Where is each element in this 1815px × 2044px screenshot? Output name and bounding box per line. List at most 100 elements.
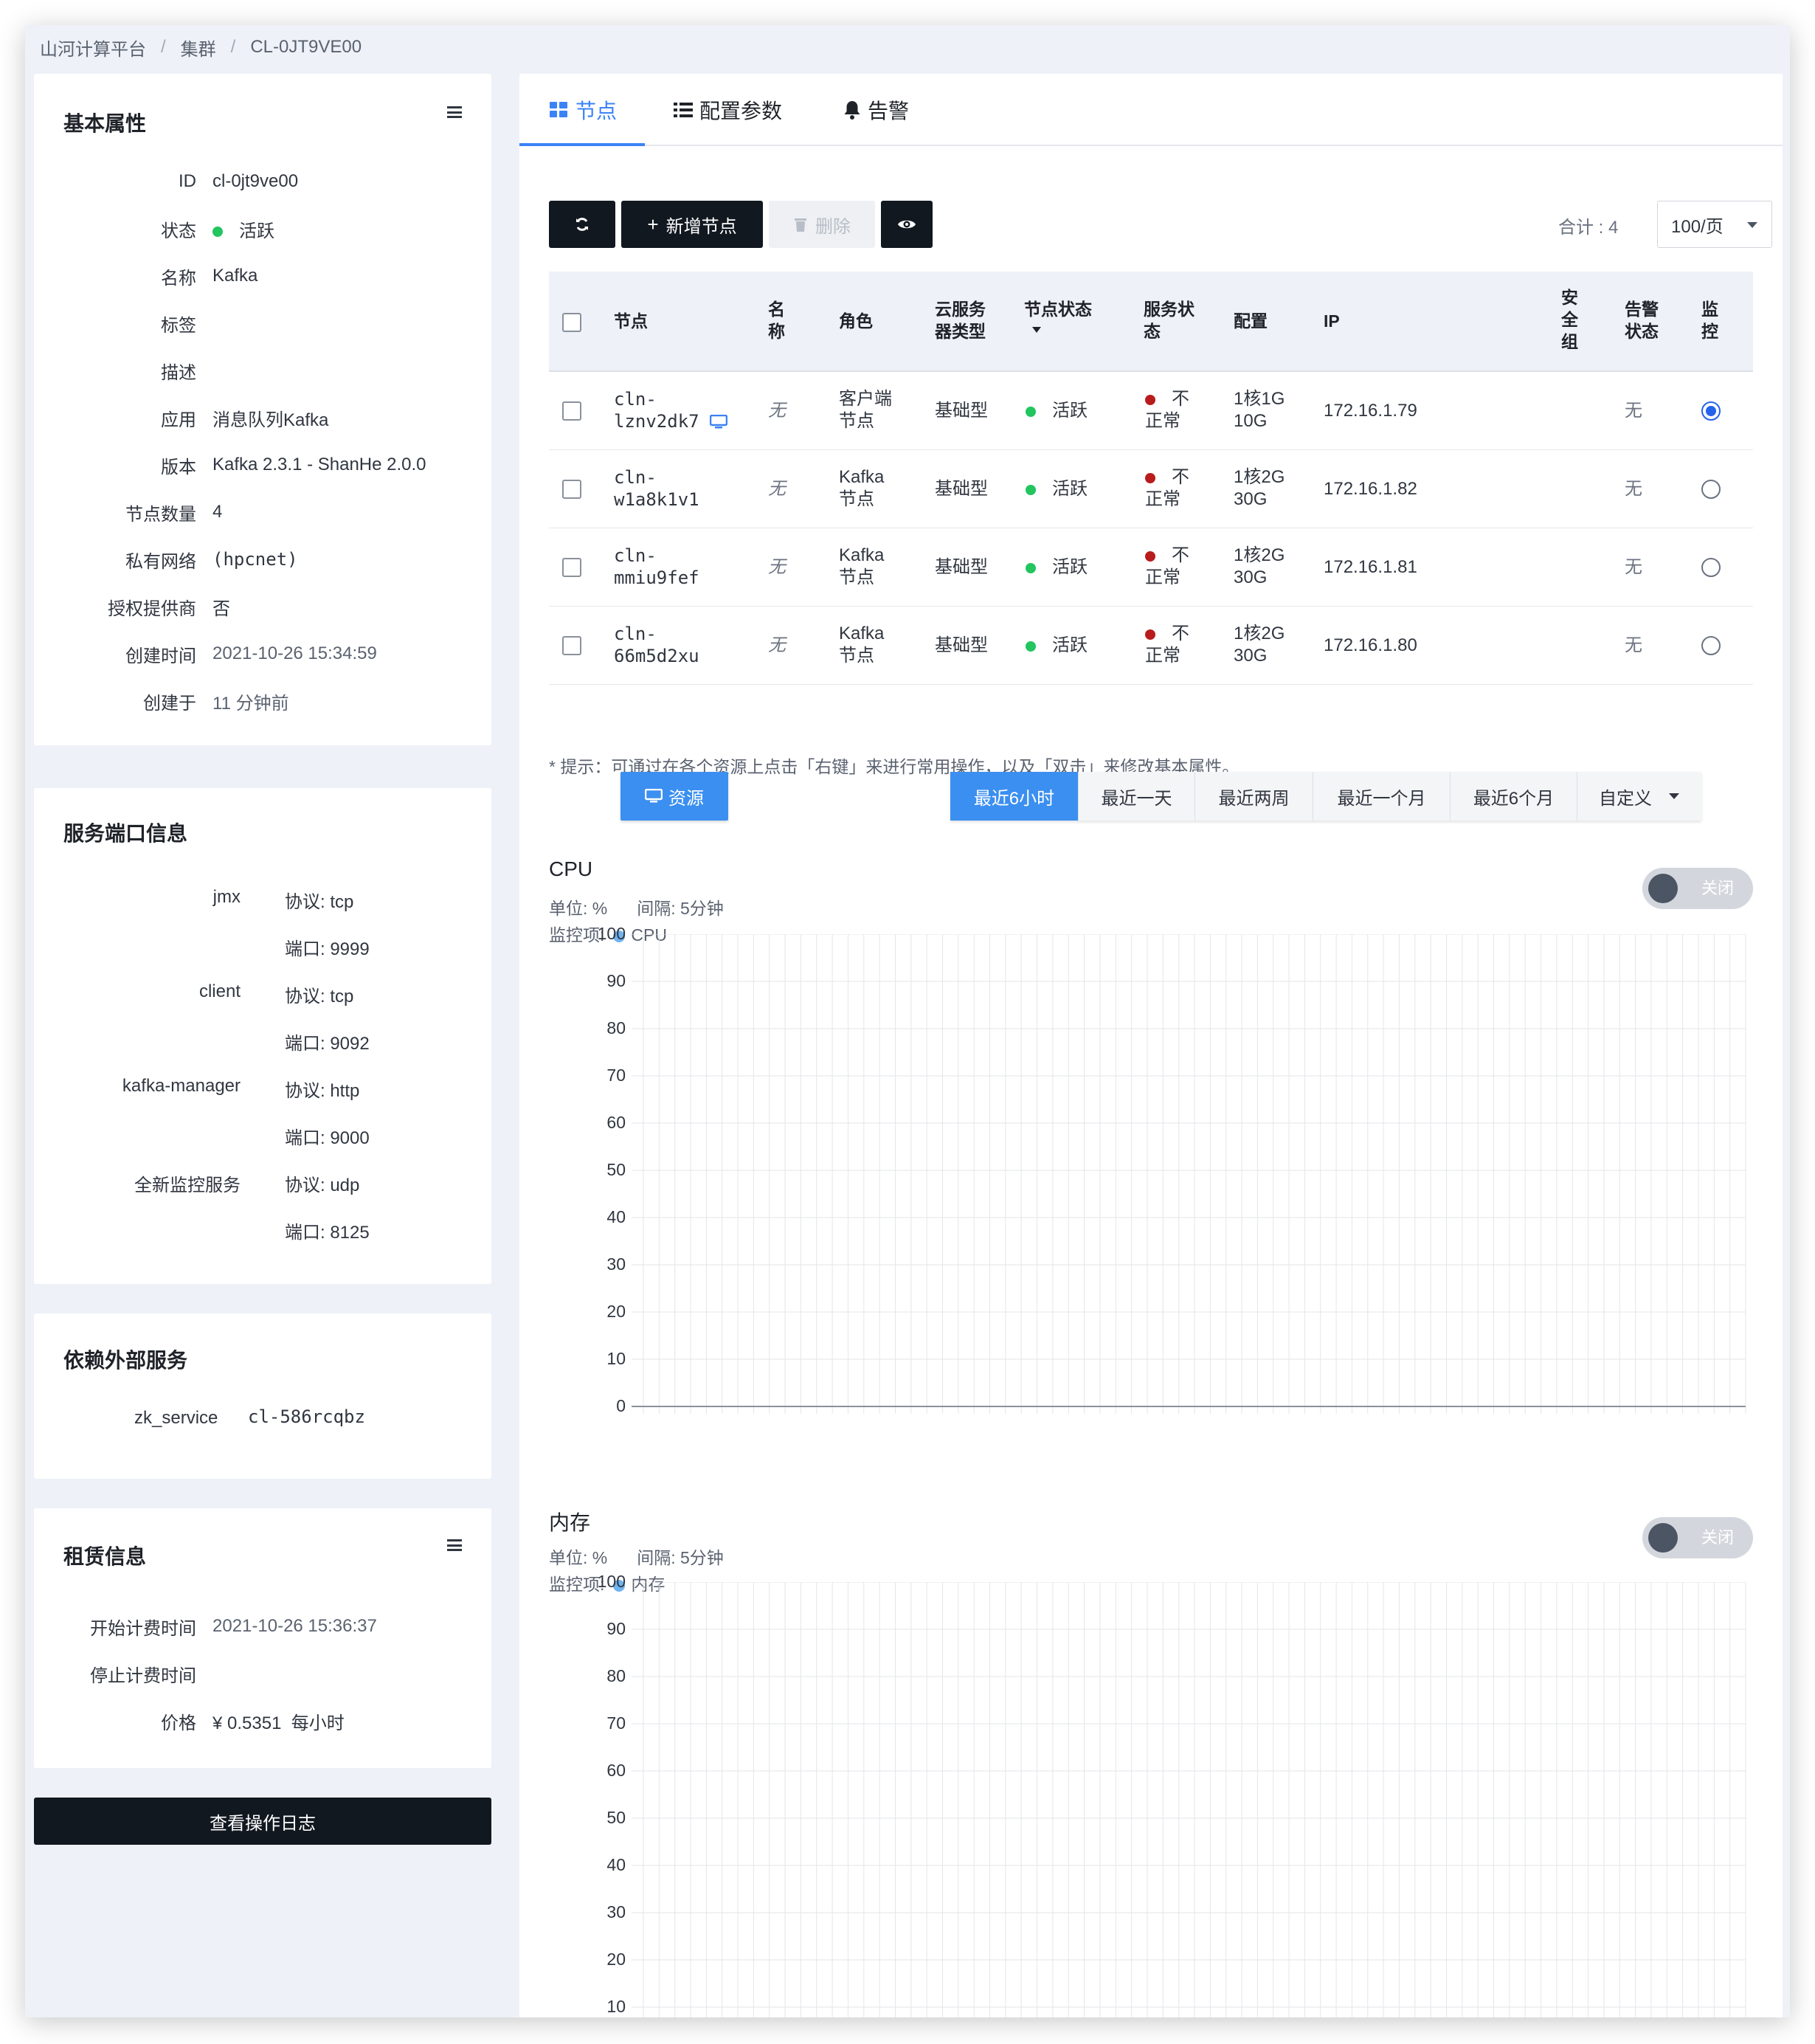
page-size-select[interactable]: 100/页 bbox=[1657, 201, 1772, 248]
breadcrumb-separator: / bbox=[161, 37, 166, 57]
field-label: ID bbox=[179, 171, 196, 191]
y-tick: 70 bbox=[606, 1713, 626, 1733]
field-tags: 标签 bbox=[34, 310, 212, 336]
node-name: 无 bbox=[768, 635, 786, 655]
breadcrumb-separator: / bbox=[230, 37, 236, 57]
add-node-label: 新增节点 bbox=[666, 216, 737, 237]
chart-toggle[interactable]: 关闭 bbox=[1642, 868, 1753, 909]
service-status-text: 不 bbox=[1172, 545, 1189, 565]
y-tick: 90 bbox=[606, 1619, 626, 1638]
node-ip: 172.16.1.81 bbox=[1324, 557, 1417, 577]
col-svc-line: 态 bbox=[1144, 322, 1161, 341]
chart-toggle[interactable]: 关闭 bbox=[1642, 1517, 1753, 1558]
tab-label: 配置参数 bbox=[699, 100, 783, 122]
monitor-icon[interactable] bbox=[709, 414, 727, 429]
y-tick: 80 bbox=[606, 1018, 626, 1037]
role-line: 节点 bbox=[839, 567, 874, 587]
range-1d[interactable]: 最近一天 bbox=[1079, 772, 1195, 821]
node-id[interactable]: cln-lznv2dk7 bbox=[614, 388, 727, 432]
node-id-line: cln- bbox=[614, 389, 657, 410]
monitor-radio[interactable] bbox=[1701, 636, 1721, 655]
tab-alarms[interactable]: 告警 bbox=[843, 74, 909, 146]
table-header: 节点 名称 角色 云服务 器类型 节点状态 服务状态 配置 IP 安全组 告警 状态… bbox=[549, 272, 1753, 372]
field-created-ago: 创建于 11 分钟前 bbox=[34, 688, 289, 714]
view-operation-log-button[interactable]: 查看操作日志 bbox=[34, 1798, 491, 1845]
node-id[interactable]: cln- 66m5d2xu bbox=[614, 623, 699, 667]
table-row[interactable]: cln-lznv2dk7 无 客户端 节点 基础型 活跃 不正常 1核1G 10G … bbox=[549, 372, 1753, 450]
row-checkbox[interactable] bbox=[562, 401, 581, 421]
row-checkbox[interactable] bbox=[562, 480, 581, 499]
status-text: 活跃 bbox=[239, 221, 274, 241]
view-toggle-button[interactable] bbox=[881, 201, 933, 248]
error-dot-icon bbox=[1145, 629, 1155, 640]
instance-type: 基础型 bbox=[935, 479, 988, 499]
col-monitor-line: 监 bbox=[1701, 300, 1718, 319]
node-id[interactable]: cln-w1a8k1v1 bbox=[614, 466, 699, 511]
cpu-plot-area bbox=[632, 934, 1746, 1414]
node-role: Kafka 节点 bbox=[839, 466, 884, 511]
range-1m[interactable]: 最近一个月 bbox=[1313, 772, 1451, 821]
node-id-line: lznv2dk7 bbox=[614, 410, 727, 432]
range-2w[interactable]: 最近两周 bbox=[1195, 772, 1313, 821]
node-config: 1核2G 30G bbox=[1234, 545, 1285, 589]
add-node-button[interactable]: + 新增节点 bbox=[621, 201, 763, 248]
range-custom-label: 自定义 bbox=[1599, 788, 1652, 809]
chart-unit-text: 单位: % bbox=[549, 899, 608, 918]
tab-nodes[interactable]: 节点 bbox=[549, 74, 617, 146]
table-row[interactable]: cln-mmiu9fef 无 Kafka 节点 基础型 活跃 不正常 1核2G 30… bbox=[549, 528, 1753, 607]
dependency-link[interactable]: cl-586rcqbz bbox=[248, 1406, 365, 1427]
field-name: 名称 Kafka bbox=[34, 263, 257, 289]
field-label: 创建时间 bbox=[125, 646, 196, 666]
cluster-id-value[interactable]: cl-0jt9ve00 bbox=[212, 171, 298, 192]
field-app: 应用 消息队列Kafka bbox=[34, 404, 328, 431]
time-range-selector: 最近6小时 最近一天 最近两周 最近一个月 最近6个月 自定义 bbox=[950, 772, 1701, 821]
status-dot-icon bbox=[1026, 406, 1036, 417]
monitor-radio[interactable] bbox=[1701, 401, 1721, 421]
tab-config-params[interactable]: 配置参数 bbox=[673, 74, 782, 146]
toggle-knob bbox=[1648, 1523, 1678, 1553]
menu-icon[interactable] bbox=[447, 106, 462, 118]
field-label: 标签 bbox=[161, 315, 196, 336]
alarm-status: 无 bbox=[1625, 635, 1642, 655]
config-line: 30G bbox=[1234, 646, 1268, 666]
monitor-radio[interactable] bbox=[1701, 480, 1721, 499]
col-security-group: 安全组 bbox=[1561, 286, 1578, 353]
basic-properties-card: 基本属性 ID cl-0jt9ve00 状态 活跃 名称 Kafka 标签 描述… bbox=[34, 74, 491, 745]
range-custom[interactable]: 自定义 bbox=[1577, 772, 1701, 821]
external-deps-card: 依赖外部服务 zk_service cl-586rcqbz bbox=[34, 1313, 491, 1479]
monitor-radio[interactable] bbox=[1701, 558, 1721, 577]
app-link[interactable]: 消息队列Kafka bbox=[212, 405, 328, 431]
col-monitor-line: 控 bbox=[1701, 322, 1718, 341]
col-sg-line: 安 bbox=[1561, 288, 1578, 307]
delete-label: 删除 bbox=[815, 216, 851, 237]
node-name: 无 bbox=[768, 479, 786, 499]
range-6m[interactable]: 最近6个月 bbox=[1451, 772, 1577, 821]
breadcrumb-platform[interactable]: 山河计算平台 bbox=[40, 35, 146, 61]
field-label: 开始计费时间 bbox=[90, 1618, 196, 1639]
service-status-line: 正常 bbox=[1145, 489, 1180, 509]
total-count: 合计 : 4 bbox=[1558, 218, 1619, 238]
basic-properties-title: 基本属性 bbox=[63, 112, 147, 135]
service-protocol: 协议: tcp bbox=[285, 892, 354, 912]
field-version: 版本 Kafka 2.3.1 - ShanHe 2.0.0 bbox=[34, 452, 426, 478]
col-node-status-label: 节点状态 bbox=[1024, 300, 1092, 319]
row-checkbox[interactable] bbox=[562, 558, 581, 577]
resource-label: 资源 bbox=[668, 788, 704, 809]
refresh-button[interactable] bbox=[549, 201, 615, 248]
table-row[interactable]: cln- 66m5d2xu 无 Kafka 节点 基础型 活跃 不正常 1核2G 30… bbox=[549, 607, 1753, 685]
range-6h[interactable]: 最近6小时 bbox=[950, 772, 1079, 821]
vpc-link[interactable]: (hpcnet) bbox=[212, 549, 298, 570]
select-all-checkbox[interactable] bbox=[562, 313, 581, 332]
row-checkbox[interactable] bbox=[562, 636, 581, 655]
resource-button[interactable]: 资源 bbox=[620, 772, 728, 821]
col-ip: IP bbox=[1324, 311, 1340, 331]
y-tick: 100 bbox=[597, 1572, 626, 1591]
node-id[interactable]: cln-mmiu9fef bbox=[614, 545, 699, 589]
menu-icon[interactable] bbox=[447, 1539, 462, 1551]
y-tick: 30 bbox=[606, 1902, 626, 1922]
delete-button[interactable]: 删除 bbox=[769, 201, 875, 248]
col-node-status[interactable]: 节点状态 bbox=[1024, 298, 1092, 334]
service-status: 不正常 bbox=[1145, 466, 1189, 511]
table-row[interactable]: cln-w1a8k1v1 无 Kafka 节点 基础型 活跃 不正常 1核2G 30… bbox=[549, 450, 1753, 528]
breadcrumb-clusters[interactable]: 集群 bbox=[181, 35, 216, 61]
